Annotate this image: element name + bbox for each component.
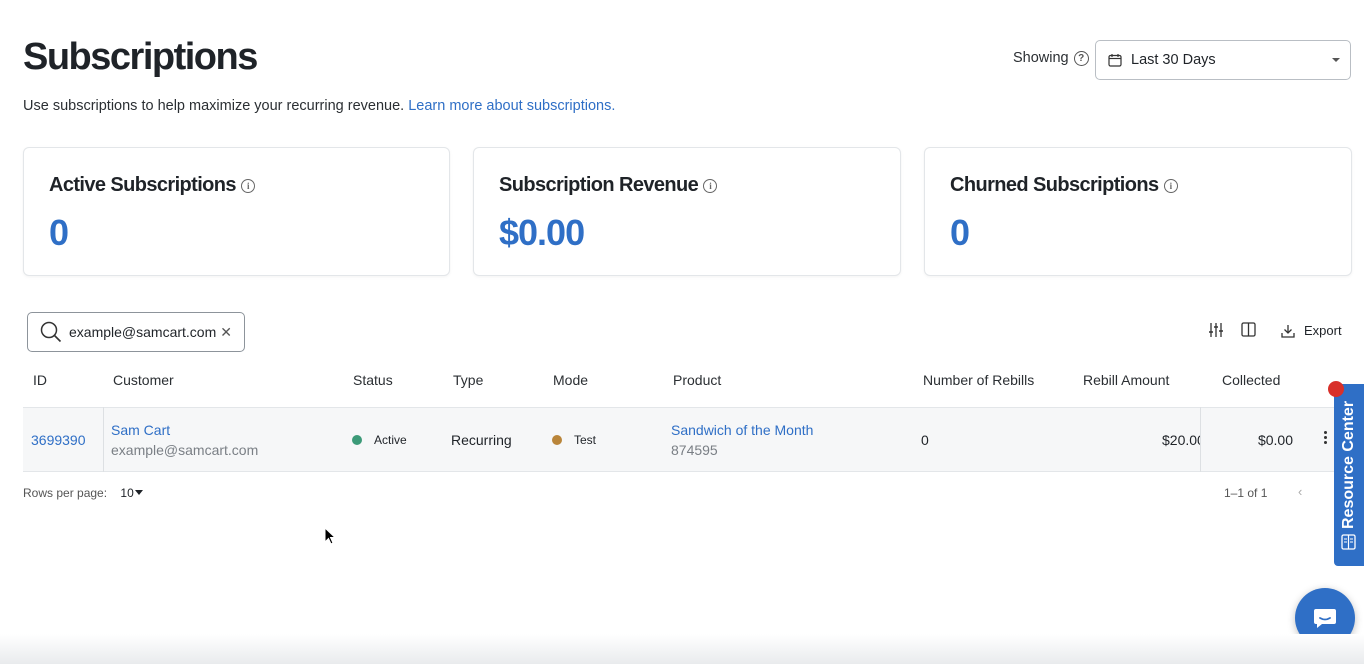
- rows-per-page: Rows per page: 10: [23, 486, 143, 500]
- stat-label: Subscription Revenue: [499, 174, 699, 196]
- column-header-product[interactable]: Product: [673, 372, 721, 388]
- rebill-amount: $20.00: [1162, 432, 1200, 448]
- subtitle-text: Use subscriptions to help maximize your …: [23, 98, 405, 114]
- showing-label: Showing: [1013, 50, 1069, 66]
- export-label: Export: [1304, 323, 1342, 338]
- book-icon: [1341, 534, 1356, 550]
- prev-page-button[interactable]: ‹: [1298, 484, 1302, 499]
- chat-bubble-icon: [1314, 609, 1336, 628]
- filter-sliders-icon[interactable]: [1208, 322, 1224, 338]
- product-name-link[interactable]: Sandwich of the Month: [671, 422, 813, 438]
- stat-card-churned: Churned Subscriptions i 0: [924, 147, 1352, 276]
- column-header-type[interactable]: Type: [453, 372, 483, 388]
- mode-text: Test: [574, 433, 597, 447]
- rows-per-page-value: 10: [120, 486, 134, 500]
- resource-center-label: Resource Center: [1340, 400, 1357, 530]
- chevron-down-icon: [134, 490, 143, 495]
- status-dot-icon: [352, 435, 362, 445]
- resource-center-tab[interactable]: Resource Center: [1334, 384, 1364, 566]
- page-title: Subscriptions: [23, 36, 258, 78]
- clear-search-icon[interactable]: ✕: [220, 324, 232, 341]
- column-header-rebill-amount[interactable]: Rebill Amount: [1083, 372, 1169, 388]
- stat-label: Churned Subscriptions: [950, 174, 1159, 196]
- page-subtitle: Use subscriptions to help maximize your …: [23, 98, 615, 114]
- chevron-down-icon: [1332, 58, 1340, 62]
- mouse-cursor-icon: [324, 527, 336, 545]
- calendar-icon: [1108, 54, 1122, 67]
- column-header-customer[interactable]: Customer: [113, 372, 174, 388]
- search-input[interactable]: example@samcart.com ✕: [27, 312, 245, 352]
- rows-per-page-label: Rows per page:: [23, 486, 108, 500]
- rows-per-page-select[interactable]: 10: [120, 486, 143, 500]
- date-range-value: Last 30 Days: [1131, 52, 1216, 68]
- column-header-mode[interactable]: Mode: [553, 372, 588, 388]
- export-button[interactable]: Export: [1281, 323, 1342, 338]
- search-icon: [40, 321, 62, 343]
- pagination-range: 1–1 of 1: [1224, 486, 1268, 500]
- stat-card-revenue: Subscription Revenue i $0.00: [473, 147, 901, 276]
- rebills-count: 0: [921, 432, 929, 448]
- stat-label: Active Subscriptions: [49, 174, 237, 196]
- info-icon[interactable]: i: [703, 178, 718, 193]
- column-header-collected[interactable]: Collected: [1222, 372, 1280, 388]
- stat-value: 0: [49, 212, 69, 253]
- mode-dot-icon: [552, 435, 562, 445]
- mode-badge: Test: [552, 433, 596, 447]
- column-header-id[interactable]: ID: [33, 372, 47, 388]
- info-icon[interactable]: i: [240, 178, 255, 193]
- learn-more-link[interactable]: Learn more about subscriptions.: [408, 98, 615, 114]
- subscription-type: Recurring: [451, 432, 512, 448]
- customer-name-link[interactable]: Sam Cart: [111, 422, 170, 438]
- subscription-id-link[interactable]: 3699390: [31, 432, 86, 448]
- collected-amount: $0.00: [1257, 432, 1293, 448]
- column-header-status[interactable]: Status: [353, 372, 393, 388]
- info-icon[interactable]: i: [1163, 178, 1178, 193]
- date-range-select[interactable]: Last 30 Days: [1095, 40, 1351, 80]
- row-actions-icon[interactable]: [1324, 431, 1327, 444]
- customer-email: example@samcart.com: [111, 442, 259, 458]
- notification-dot: [1328, 381, 1344, 397]
- download-icon: [1281, 324, 1295, 338]
- showing-label-group: Showing ?: [1013, 50, 1089, 66]
- help-icon[interactable]: ?: [1073, 50, 1089, 66]
- product-id: 874595: [671, 442, 718, 458]
- search-value: example@samcart.com: [69, 324, 217, 340]
- stat-value: $0.00: [499, 212, 585, 253]
- status-text: Active: [374, 433, 407, 447]
- stat-label-group: Subscription Revenue i: [499, 174, 718, 197]
- stat-value: 0: [950, 212, 970, 253]
- column-divider: [103, 407, 104, 472]
- columns-icon[interactable]: [1241, 322, 1256, 337]
- status-badge: Active: [352, 433, 407, 447]
- column-header-rebills[interactable]: Number of Rebills: [923, 372, 1034, 388]
- stat-label-group: Churned Subscriptions i: [950, 174, 1178, 197]
- stat-label-group: Active Subscriptions i: [49, 174, 255, 197]
- stat-card-active: Active Subscriptions i 0: [23, 147, 450, 276]
- bottom-fade: [0, 634, 1364, 664]
